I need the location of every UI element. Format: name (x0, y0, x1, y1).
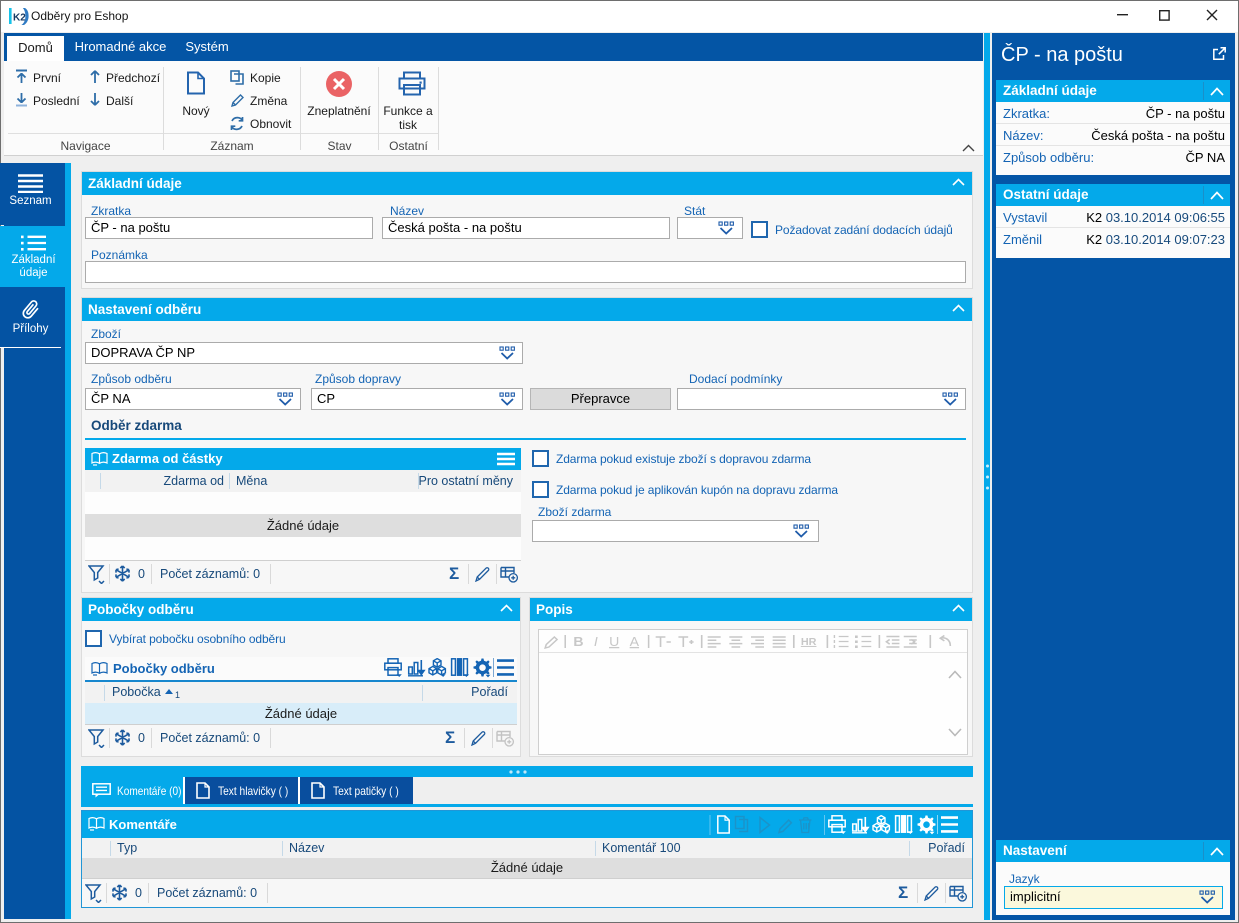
svg-text:U: U (609, 634, 619, 648)
svg-text:HR: HR (801, 637, 817, 648)
svg-text:B: B (573, 634, 583, 648)
svg-text:A: A (630, 634, 640, 648)
svg-text:I: I (594, 634, 598, 648)
